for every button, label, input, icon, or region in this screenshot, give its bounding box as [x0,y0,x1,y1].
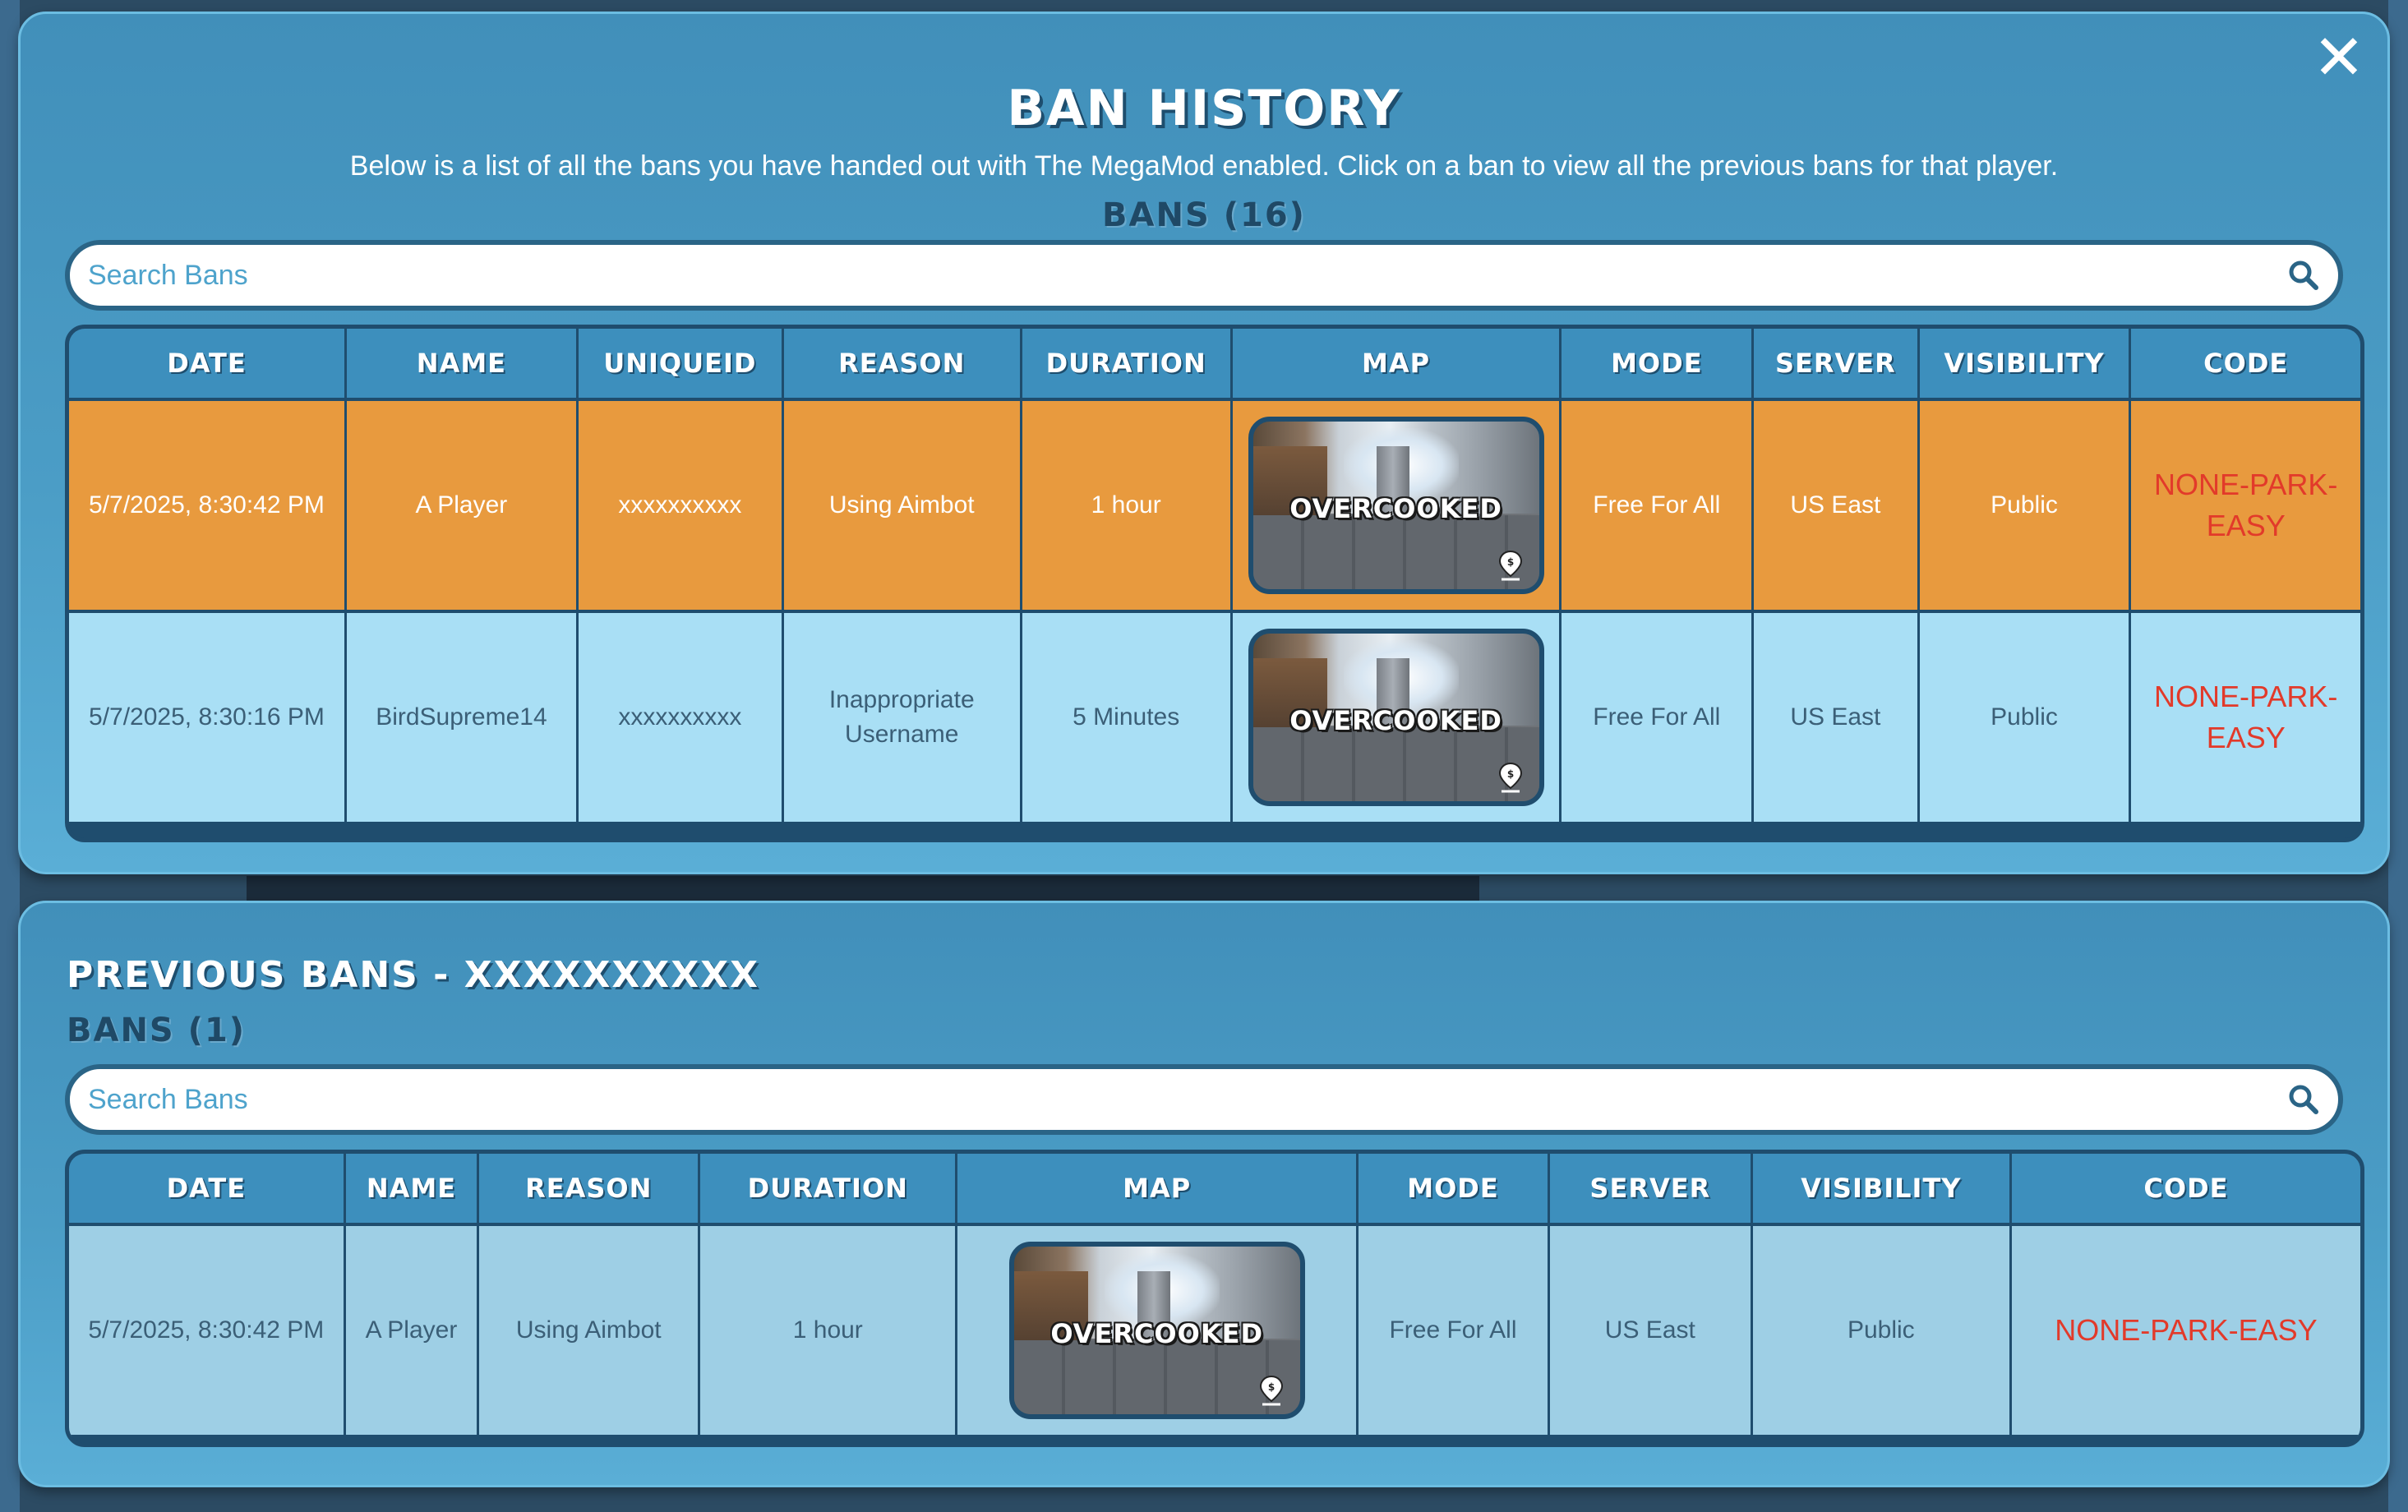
map-pin-icon: $ [1259,1375,1283,1406]
svg-text:$: $ [1506,556,1513,568]
column-header-reason[interactable]: Reason [782,329,1022,401]
table-row[interactable]: 5/7/2025, 8:30:16 PM BirdSupreme14 xxxxx… [69,611,2360,825]
map-thumbnail[interactable]: Overcooked $ [1008,1242,1305,1419]
ban-history-table: Date Name UniqueID Reason Duration Map M… [65,325,2364,842]
cell-reason: Using Aimbot [477,1224,701,1438]
cell-name: A Player [345,399,579,613]
ban-history-panel: ✕ Ban History Below is a list of all the… [18,12,2390,874]
previous-bans-table: Date Name Reason Duration Map Mode Serve… [65,1150,2364,1447]
cell-server: US East [1752,399,1920,613]
cell-duration: 5 Minutes [1021,611,1233,825]
cell-mode: Free For All [1357,1224,1550,1438]
close-icon[interactable]: ✕ [2310,26,2368,89]
cell-name: A Player [344,1224,480,1438]
column-header-code[interactable]: Code [2010,1154,2360,1226]
cell-reason: Using Aimbot [782,399,1022,613]
map-pin-icon: $ [1498,762,1522,793]
cell-server: US East [1548,1224,1753,1438]
background-strip [247,876,1479,901]
column-header-name[interactable]: Name [345,329,579,401]
search-icon[interactable] [2287,1083,2320,1116]
cell-map: Overcooked $ [956,1224,1359,1438]
search-bans-field[interactable] [65,240,2343,311]
cell-map: Overcooked $ [1231,611,1562,825]
cell-map: Overcooked $ [1231,399,1562,613]
column-header-name[interactable]: Name [344,1154,480,1226]
previous-bans-count-label: Bans (1) [67,1012,247,1049]
bans-count-label: Bans (16) [1102,196,1306,234]
cell-server: US East [1752,611,1920,825]
cell-uniqueid: xxxxxxxxxx [577,611,784,825]
map-thumbnail[interactable]: Overcooked $ [1248,629,1544,806]
background-edge-right [2388,0,2408,1512]
search-icon[interactable] [2287,259,2320,292]
column-header-mode[interactable]: Mode [1357,1154,1550,1226]
cell-mode: Free For All [1560,399,1755,613]
table-row[interactable]: 5/7/2025, 8:30:42 PM A Player xxxxxxxxxx… [69,399,2360,613]
svg-text:$: $ [1506,768,1513,780]
cell-date: 5/7/2025, 8:30:42 PM [69,399,347,613]
cell-code: NONE-PARK-EASY [2010,1224,2360,1438]
column-header-server[interactable]: Server [1548,1154,1753,1226]
cell-date: 5/7/2025, 8:30:42 PM [69,1224,346,1438]
map-name: Overcooked [1289,493,1502,524]
column-header-date[interactable]: Date [69,1154,346,1226]
column-header-mode[interactable]: Mode [1560,329,1755,401]
map-name: Overcooked [1289,705,1502,736]
column-header-server[interactable]: Server [1752,329,1920,401]
cell-reason: Inappropriate Username [782,611,1022,825]
column-header-map[interactable]: Map [956,1154,1359,1226]
background-edge-left [0,0,20,1512]
page-subtitle: Below is a list of all the bans you have… [349,150,2059,182]
map-thumbnail[interactable]: Overcooked $ [1248,417,1544,594]
svg-text:$: $ [1268,1381,1275,1393]
cell-code: NONE-PARK-EASY [2129,399,2360,613]
column-header-duration[interactable]: Duration [699,1154,958,1226]
cell-mode: Free For All [1560,611,1755,825]
column-header-reason[interactable]: Reason [477,1154,701,1226]
search-input[interactable] [88,1083,2287,1116]
column-header-visibility[interactable]: Visibility [1751,1154,2012,1226]
cell-name: BirdSupreme14 [345,611,579,825]
map-name: Overcooked [1050,1318,1264,1349]
table-row[interactable]: 5/7/2025, 8:30:42 PM A Player Using Aimb… [69,1224,2360,1438]
search-previous-bans-field[interactable] [65,1064,2343,1135]
previous-bans-title: Previous Bans - xxxxxxxxxx [67,954,759,996]
cell-visibility: Public [1751,1224,2012,1438]
page-title: Ban History [1007,80,1401,137]
column-header-uniqueid[interactable]: UniqueID [577,329,784,401]
table-header-row: Date Name UniqueID Reason Duration Map M… [69,329,2360,401]
cell-duration: 1 hour [1021,399,1233,613]
cell-visibility: Public [1918,611,2132,825]
column-header-date[interactable]: Date [69,329,347,401]
column-header-map[interactable]: Map [1231,329,1562,401]
cell-visibility: Public [1918,399,2132,613]
map-pin-icon: $ [1498,550,1522,581]
table-header-row: Date Name Reason Duration Map Mode Serve… [69,1154,2360,1226]
search-input[interactable] [88,259,2287,292]
cell-date: 5/7/2025, 8:30:16 PM [69,611,347,825]
column-header-duration[interactable]: Duration [1021,329,1233,401]
previous-bans-panel: Previous Bans - xxxxxxxxxx Bans (1) Date… [18,901,2390,1487]
column-header-code[interactable]: Code [2129,329,2360,401]
cell-duration: 1 hour [699,1224,958,1438]
column-header-visibility[interactable]: Visibility [1918,329,2132,401]
cell-code: NONE-PARK-EASY [2129,611,2360,825]
cell-uniqueid: xxxxxxxxxx [577,399,784,613]
